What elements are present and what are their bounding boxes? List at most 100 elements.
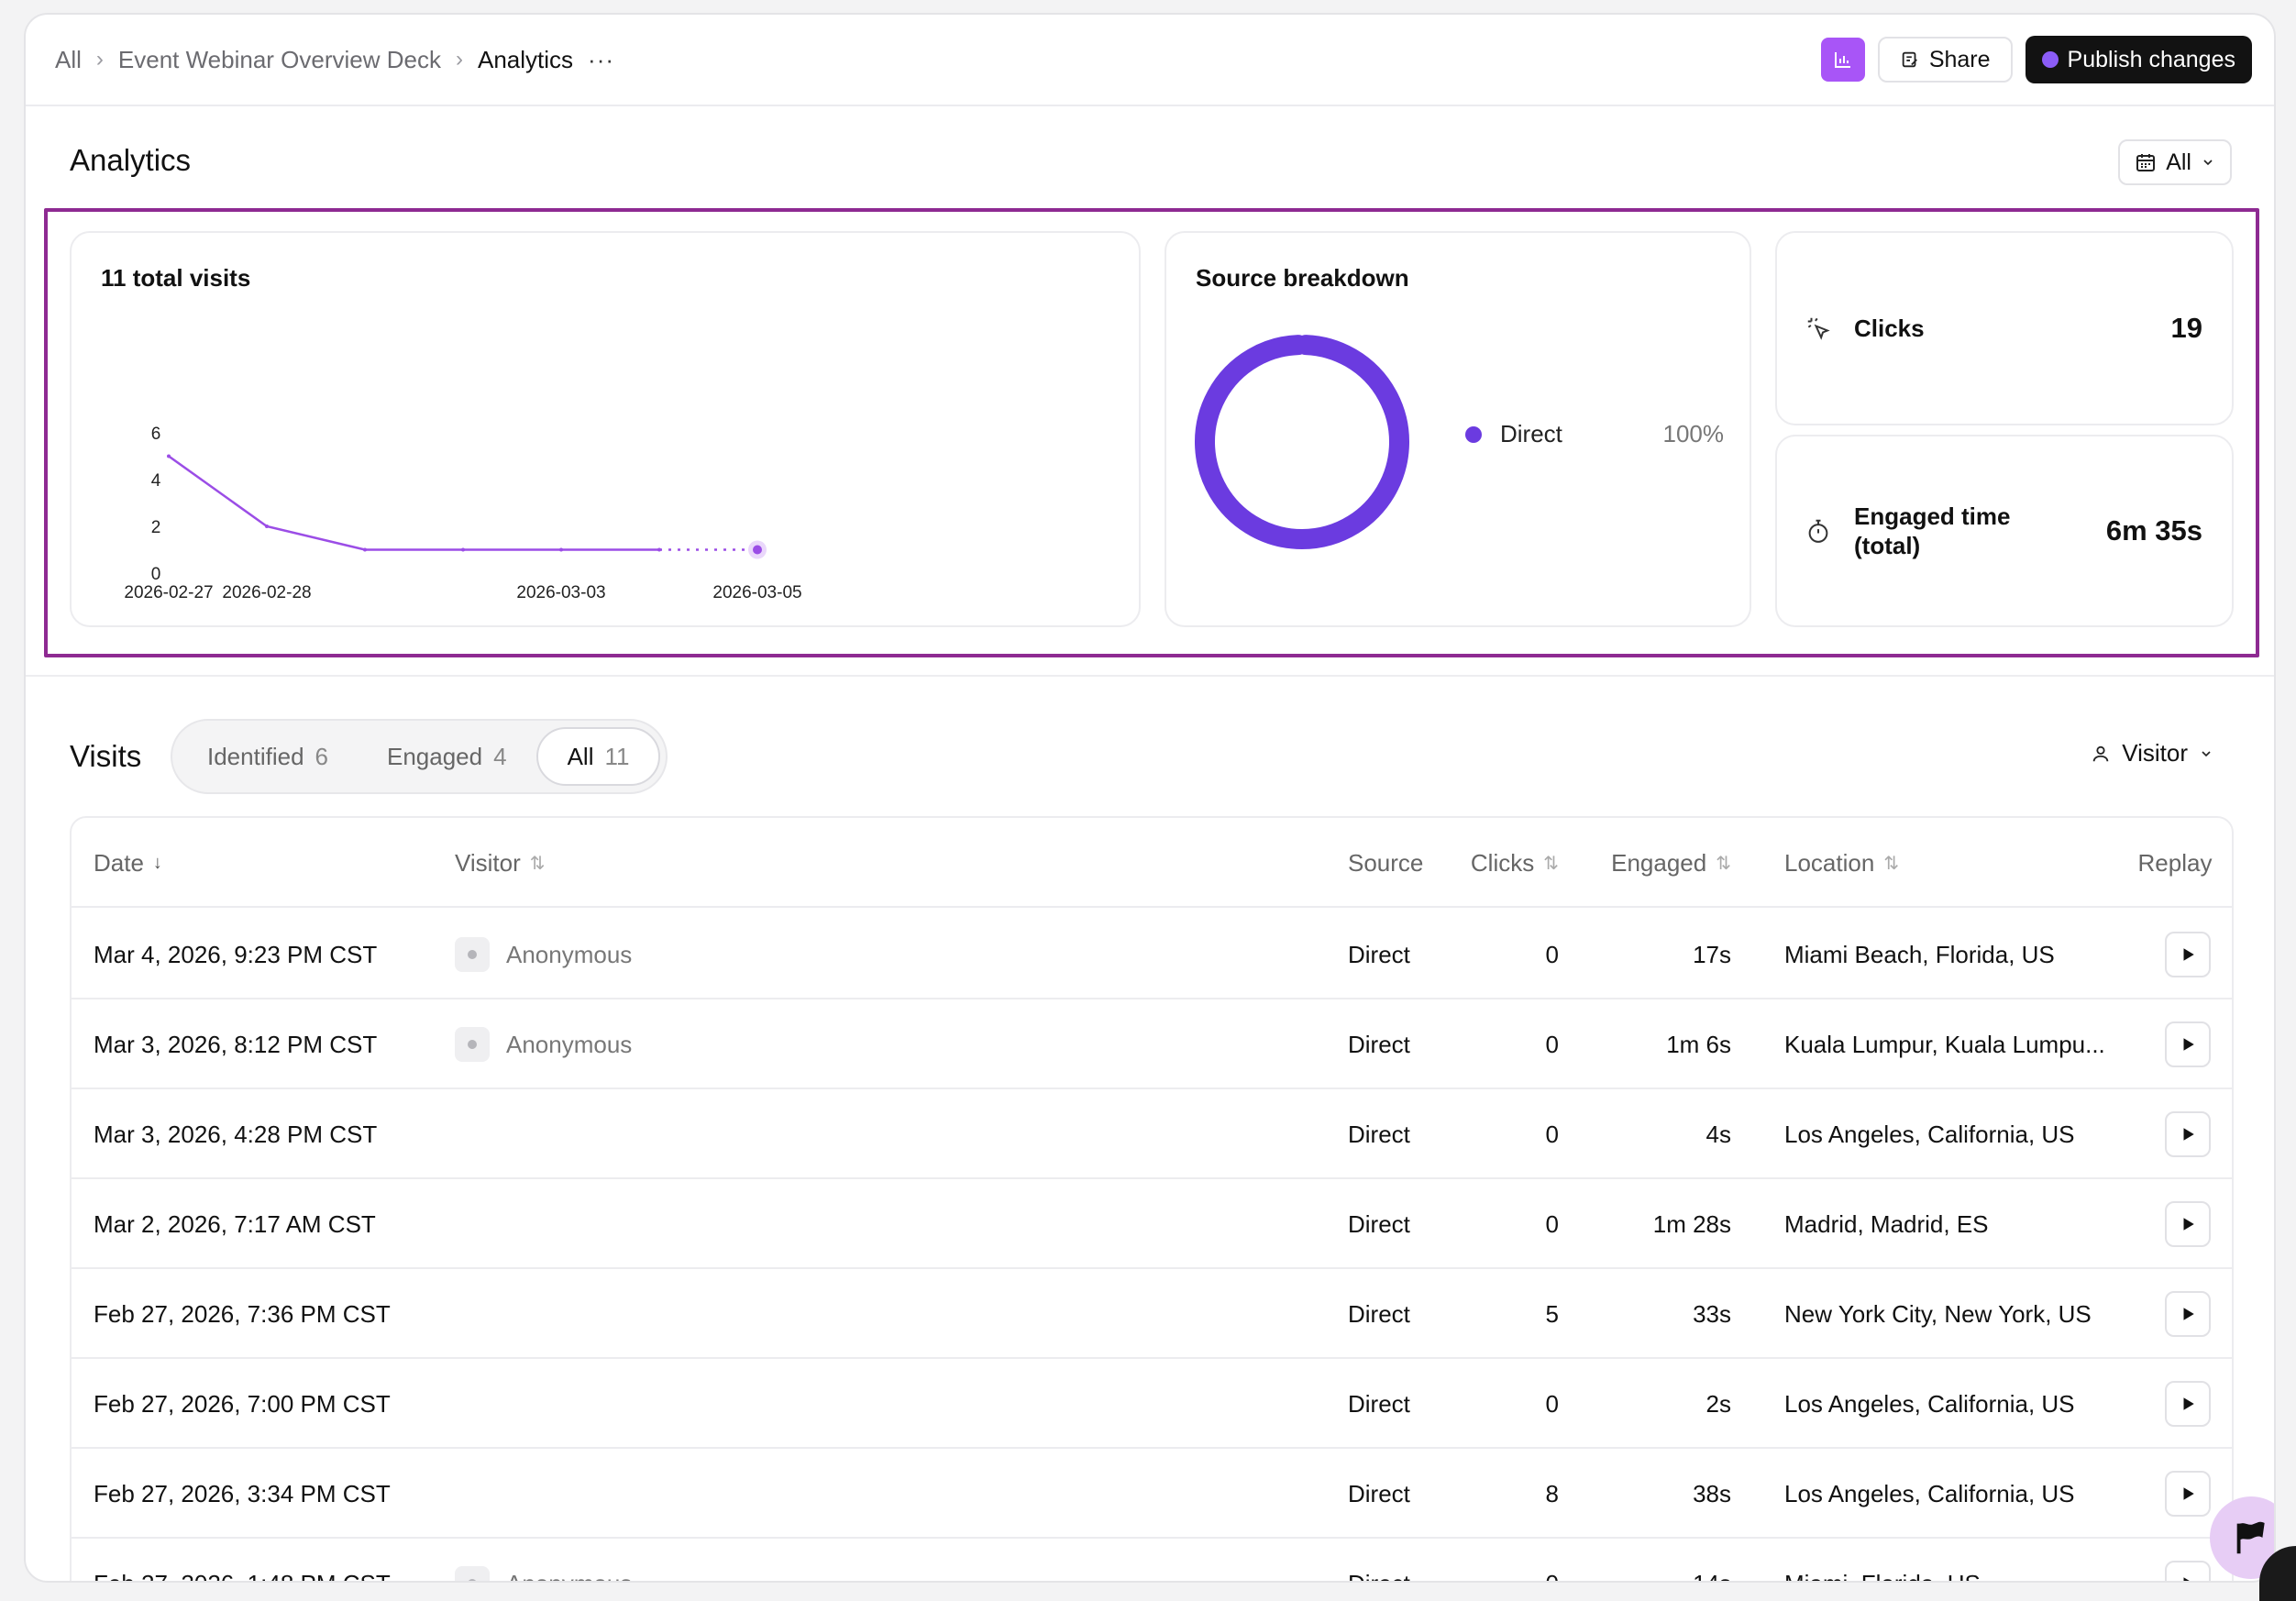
total-visits-card: 11 total visits 0 2 4 6 2026-02-27 2026-02-28… [70,231,1141,627]
data-point[interactable] [265,524,269,528]
column-header-engaged[interactable]: Engaged ⇅ [1575,818,1731,908]
data-point[interactable] [363,547,367,552]
replay-button[interactable] [2165,1381,2211,1427]
cell-date: Feb 27, 2026, 7:36 PM CST [94,1299,391,1328]
cell-location: Los Angeles, California, US [1784,1359,2124,1449]
visitor-name: Anonymous [506,1030,633,1058]
source-breakdown-card: Source breakdown Direct 100% [1165,231,1751,627]
chevron-right-icon: › [456,47,463,72]
anonymous-avatar [455,937,490,972]
cell-replay [2162,1449,2213,1539]
visits-series-line [168,455,659,551]
cell-location: Los Angeles, California, US [1784,1089,2124,1179]
cell-source: Direct [1348,1209,1410,1238]
data-point[interactable] [559,547,563,552]
column-header-date[interactable]: Date ↓ [94,818,162,908]
replay-button[interactable] [2165,1561,2211,1581]
breadcrumb-deck[interactable]: Event Webinar Overview Deck [118,46,441,74]
segment-label: Identified [207,742,304,770]
clicks-value: 19 [2170,312,2202,344]
x-tick-label: 2026-03-03 [516,583,605,602]
segment-label: All [567,742,594,770]
cell-date: Mar 3, 2026, 8:12 PM CST [94,1030,378,1058]
segment-engaged[interactable]: Engaged 4 [358,727,536,786]
data-point[interactable] [657,547,661,552]
cell-location: Kuala Lumpur, Kuala Lumpu... [1784,999,2124,1089]
play-icon [2183,948,2194,961]
cell-date: Mar 2, 2026, 7:17 AM CST [94,1209,376,1238]
table-row[interactable]: Feb 27, 2026, 7:36 PM CST Direct 5 33s New Y… [72,1269,2232,1359]
engaged-time-label: Engaged time (total) [1854,502,2010,560]
cell-clicks: 0 [1545,1389,1559,1418]
column-header-visitor[interactable]: Visitor ⇅ [455,818,546,908]
cell-source: Direct [1348,1120,1410,1148]
segment-identified[interactable]: Identified 6 [178,727,358,786]
cell-clicks: 0 [1545,1030,1559,1058]
cell-engaged: 33s [1693,1299,1731,1328]
cell-source: Direct [1348,1389,1410,1418]
segment-count: 4 [493,742,507,770]
column-header-location[interactable]: Location ⇅ [1784,818,2124,908]
cell-clicks: 0 [1545,1120,1559,1148]
visits-line-chart: 0 2 4 6 2026-02-27 2026-02-28 2026-03-03 2026-0… [124,425,801,602]
table-row[interactable]: Feb 27, 2026, 7:00 PM CST Direct 0 2s Los An… [72,1359,2232,1449]
column-label: Location [1784,848,1875,877]
play-icon [2183,1128,2194,1141]
segment-all[interactable]: All 11 [535,727,661,786]
replay-button[interactable] [2165,1201,2211,1247]
analytics-title: Analytics [70,143,192,177]
more-options-icon[interactable]: ··· [588,46,614,74]
clicks-card: Clicks 19 [1775,231,2234,425]
replay-button[interactable] [2165,1021,2211,1067]
engaged-time-card: Engaged time (total) 6m 35s [1775,435,2234,627]
column-header-source: Source [1348,818,1423,908]
data-point[interactable] [167,454,171,458]
share-icon [1902,51,1917,68]
play-icon [2183,1397,2194,1410]
cell-replay [2162,1089,2213,1179]
date-range-dropdown[interactable]: All [2118,139,2232,185]
table-row[interactable]: Feb 27, 2026, 1:48 PM CST Anonymous Direct… [72,1539,2232,1582]
table-row[interactable]: Mar 2, 2026, 7:17 AM CST Direct 0 1m 28s Mad… [72,1179,2232,1269]
segment-count: 11 [604,742,630,770]
breadcrumb: All › Event Webinar Overview Deck › Anal… [55,46,614,74]
column-header-replay: Replay [2133,818,2217,908]
sort-icon: ⇅ [1543,853,1559,874]
cell-visitor: Anonymous [455,1539,632,1581]
visitor-filter-dropdown[interactable]: Visitor [2091,739,2213,767]
location-text: Los Angeles, California, US [1784,1120,2075,1148]
table-row[interactable]: Mar 4, 2026, 9:23 PM CST Anonymous Direct 0… [72,910,2232,999]
cell-engaged: 1m 28s [1652,1209,1731,1238]
publish-changes-button[interactable]: Publish changes [2025,36,2252,83]
replay-button[interactable] [2165,1291,2211,1337]
play-icon [2183,1038,2194,1051]
column-header-clicks[interactable]: Clicks ⇅ [1419,818,1559,908]
visits-segment-control: Identified 6 Engaged 4 All 11 [171,719,668,794]
cell-date: Feb 27, 2026, 1:48 PM CST [94,1539,391,1582]
data-point[interactable] [461,547,465,552]
share-button[interactable]: Share [1877,37,2013,83]
publish-label: Publish changes [2067,46,2235,72]
cell-clicks: 0 [1545,1209,1559,1238]
table-row[interactable]: Mar 3, 2026, 4:28 PM CST Direct 0 4s Los Ang… [72,1089,2232,1179]
replay-button[interactable] [2165,1111,2211,1157]
replay-button[interactable] [2165,932,2211,977]
cell-date: Feb 27, 2026, 3:34 PM CST [94,1479,391,1507]
cell-replay [2162,1539,2213,1581]
table-row[interactable]: Feb 27, 2026, 3:34 PM CST Direct 8 38s Los A… [72,1449,2232,1539]
stopwatch-icon [1805,517,1832,545]
cell-replay [2162,1269,2213,1359]
breadcrumb-all[interactable]: All [55,46,82,74]
location-text: New York City, New York, US [1784,1299,2092,1328]
data-point[interactable] [753,545,762,555]
cell-replay [2162,1359,2213,1449]
analytics-button[interactable] [1820,38,1865,82]
top-bar: All › Event Webinar Overview Deck › Anal… [26,15,2274,106]
play-icon [2183,1577,2190,1581]
legend-label: Direct [1500,420,1562,447]
donut-slice-direct[interactable] [1195,335,1409,549]
section-divider [26,675,2274,677]
column-label: Visitor [455,848,521,877]
table-row[interactable]: Mar 3, 2026, 8:12 PM CST Anonymous Direct 0… [72,999,2232,1089]
replay-button[interactable] [2165,1471,2211,1517]
